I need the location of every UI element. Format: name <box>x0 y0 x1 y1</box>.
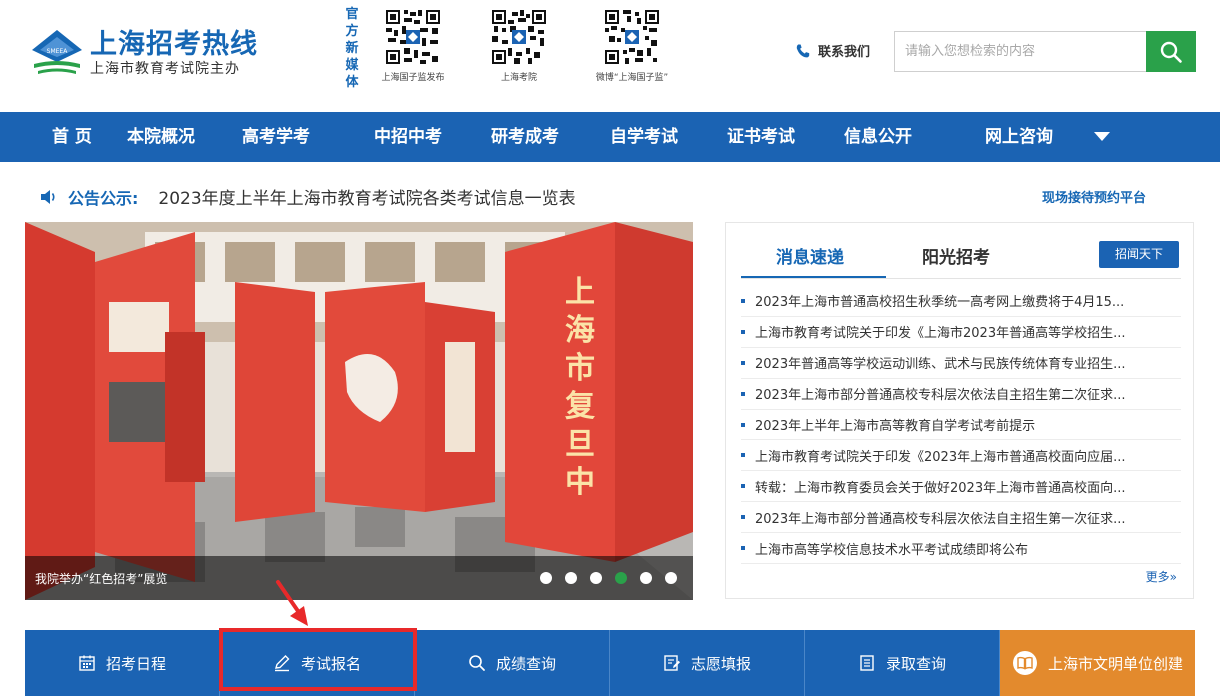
svg-text:中: 中 <box>565 465 595 500</box>
news-item[interactable]: 2023年上海市普通高校招生秋季统一高考网上缴费将于4月15... <box>741 286 1181 317</box>
nav-item-certificate[interactable]: 证书考试 <box>727 112 795 162</box>
admission-query-button[interactable]: 录取查询 <box>805 630 1000 696</box>
official-media-label: 官方新媒体 <box>345 7 359 90</box>
search-button[interactable] <box>1146 31 1196 72</box>
news-item[interactable]: 2023年上海市部分普通高校专科层次依法自主招生第一次征求... <box>741 502 1181 534</box>
contact-link[interactable]: 联系我们 <box>795 41 870 60</box>
nav-item-consult[interactable]: 网上咨询 <box>985 112 1053 162</box>
tab-divider <box>741 278 1181 279</box>
qr-caption: 微博“上海国子监” <box>595 73 669 83</box>
notice-bar: 公告公示: 2023年度上半年上海市教育考试院各类考试信息一览表 <box>40 184 576 209</box>
qr-code-kaoyuan: 上海考院 <box>486 8 552 83</box>
svg-text:旦: 旦 <box>565 427 595 462</box>
admission-query-label: 录取查询 <box>885 654 946 673</box>
exam-registration-label: 考试报名 <box>300 654 361 673</box>
site-title[interactable]: 上海招考热线 <box>90 22 258 61</box>
news-list: 2023年上海市普通高校招生秋季统一高考网上缴费将于4月15... 上海市教育考… <box>741 286 1181 565</box>
slider-dot[interactable] <box>665 572 677 584</box>
slider-caption[interactable]: 我院举办“红色招考”展览 <box>35 570 167 587</box>
notice-label: 公告公示: <box>68 188 139 208</box>
contact-label: 联系我们 <box>818 45 871 60</box>
qr-code-icon <box>490 8 548 66</box>
site-subtitle: 上海市教育考试院主办 <box>90 61 240 77</box>
zhaowen-button[interactable]: 招闻天下 <box>1099 241 1179 268</box>
site-header: SMEEA 上海招考热线 上海市教育考试院主办 官方新媒体 上海国子监发布 上海… <box>0 0 1220 112</box>
image-slider[interactable]: 上海市复旦中 我院举办“红色招考”展览 <box>25 222 693 600</box>
phone-icon <box>796 44 810 57</box>
exam-registration-button[interactable]: 考试报名 <box>220 630 415 696</box>
nav-item-info[interactable]: 信息公开 <box>844 112 912 162</box>
qr-code-guozijian: 上海国子监发布 <box>380 8 446 83</box>
news-item[interactable]: 上海市教育考试院关于印发《上海市2023年普通高等学校招生... <box>741 317 1181 348</box>
nav-item-about[interactable]: 本院概况 <box>127 112 195 162</box>
nav-item-yankao[interactable]: 研考成考 <box>491 112 559 162</box>
appointment-platform-link[interactable]: 现场接待预约平台 <box>1042 187 1146 206</box>
score-query-button[interactable]: 成绩查询 <box>415 630 610 696</box>
tab-sunshine-admission[interactable]: 阳光招考 <box>922 243 990 268</box>
svg-text:海: 海 <box>565 313 595 348</box>
svg-text:市: 市 <box>565 351 595 386</box>
qr-code-icon <box>603 8 661 66</box>
slider-caption-bar: 我院举办“红色招考”展览 <box>25 556 693 600</box>
slider-dot[interactable] <box>590 572 602 584</box>
qr-code-icon <box>384 8 442 66</box>
application-fill-label: 志愿填报 <box>690 654 751 673</box>
news-panel: 消息速递 阳光招考 招闻天下 2023年上海市普通高校招生秋季统一高考网上缴费将… <box>725 222 1194 599</box>
svg-text:SMEEA: SMEEA <box>47 48 69 55</box>
score-query-label: 成绩查询 <box>495 654 556 673</box>
calendar-icon <box>79 655 95 671</box>
application-fill-button[interactable]: 志愿填报 <box>610 630 805 696</box>
news-item[interactable]: 转载：上海市教育委员会关于做好2023年上海市普通高校面向... <box>741 471 1181 503</box>
slider-dots <box>540 572 677 584</box>
book-icon <box>1012 651 1037 675</box>
form-edit-icon <box>664 655 680 671</box>
civilized-unit-button[interactable]: 上海市文明单位创建 <box>1000 630 1195 696</box>
exam-schedule-button[interactable]: 招考日程 <box>25 630 220 696</box>
list-icon <box>860 655 874 671</box>
nav-item-zhongkao[interactable]: 中招中考 <box>374 112 442 162</box>
speaker-icon <box>41 189 55 204</box>
nav-item-gaokao[interactable]: 高考学考 <box>242 112 310 162</box>
qr-caption: 上海考院 <box>500 73 537 83</box>
search-input[interactable] <box>894 31 1146 72</box>
tab-news-express[interactable]: 消息速递 <box>776 243 844 268</box>
news-item[interactable]: 上海市高等学校信息技术水平考试成绩即将公布 <box>741 533 1181 565</box>
civilized-unit-label: 上海市文明单位创建 <box>1047 654 1183 673</box>
magnifier-icon <box>469 655 485 671</box>
news-item[interactable]: 2023年上海市部分普通高校专科层次依法自主招生第二次征求... <box>741 379 1181 410</box>
nav-item-zixue[interactable]: 自学考试 <box>610 112 678 162</box>
smeea-emblem-icon[interactable]: SMEEA <box>30 28 84 78</box>
slider-dot[interactable] <box>640 572 652 584</box>
nav-dropdown-caret-icon[interactable] <box>1094 132 1110 141</box>
quick-service-bar: 招考日程 考试报名 成绩查询 志愿填报 录取查询 上海市文明单位创建 <box>25 630 1195 696</box>
qr-caption: 上海国子监发布 <box>381 73 445 83</box>
pencil-icon <box>274 655 290 672</box>
qr-code-weibo: 微博“上海国子监” <box>588 8 676 83</box>
slider-dot[interactable] <box>540 572 552 584</box>
notice-headline[interactable]: 2023年度上半年上海市教育考试院各类考试信息一览表 <box>158 184 575 209</box>
news-item[interactable]: 2023年上半年上海市高等教育自学考试考前提示 <box>741 410 1181 441</box>
slider-dot[interactable] <box>565 572 577 584</box>
exhibition-photo: 上海市复旦中 <box>25 222 693 600</box>
more-link[interactable]: 更多» <box>1146 568 1177 585</box>
active-tab-underline <box>741 276 886 278</box>
red-arrow-icon <box>276 580 308 626</box>
exam-schedule-label: 招考日程 <box>105 654 166 673</box>
nav-item-home[interactable]: 首 页 <box>52 112 92 162</box>
slider-dot-active[interactable] <box>615 572 627 584</box>
news-item[interactable]: 上海市教育考试院关于印发《2023年上海市普通高校面向应届... <box>741 440 1181 472</box>
search-icon <box>1160 41 1182 63</box>
svg-text:上: 上 <box>565 275 595 310</box>
main-nav: 首 页 本院概况 高考学考 中招中考 研考成考 自学考试 证书考试 信息公开 网… <box>0 112 1220 162</box>
news-item[interactable]: 2023年普通高等学校运动训练、武术与民族传统体育专业招生... <box>741 348 1181 379</box>
svg-text:复: 复 <box>565 389 595 424</box>
